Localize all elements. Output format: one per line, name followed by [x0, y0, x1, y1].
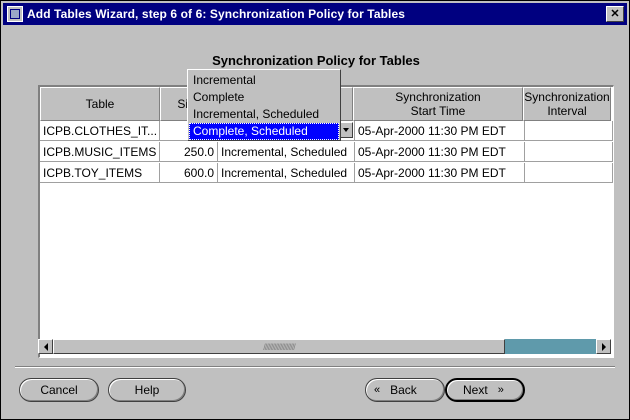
table-cell-start-time[interactable]: 05-Apr-2000 11:30 PM EDT	[355, 121, 525, 141]
column-header-start-time-label: Synchronization Start Time	[395, 90, 481, 118]
table-cell-start-time[interactable]: 05-Apr-2000 11:30 PM EDT	[355, 163, 525, 183]
column-header-table[interactable]: Table	[40, 87, 160, 121]
chevron-right-icon: »	[497, 384, 504, 396]
back-button-label: Back	[390, 383, 417, 397]
table-cell-start-time[interactable]: 05-Apr-2000 11:30 PM EDT	[355, 142, 525, 162]
help-button[interactable]: Help	[108, 378, 186, 402]
table-cell-name[interactable]: ICPB.TOY_ITEMS	[40, 163, 160, 183]
table-cell-size[interactable]: 600.0	[160, 163, 218, 183]
table-cell-name[interactable]: ICPB.CLOTHES_IT...	[40, 121, 160, 141]
table-cell-sync-type[interactable]: Incremental, Scheduled	[218, 163, 355, 183]
scroll-thumb[interactable]: /////////////////////	[53, 339, 505, 354]
dropdown-option-complete-scheduled[interactable]: Complete, Scheduled	[189, 123, 339, 140]
dropdown-option-incremental-scheduled[interactable]: Incremental, Scheduled	[189, 106, 339, 123]
scroll-right-icon[interactable]	[596, 339, 611, 354]
table-cell-interval[interactable]	[525, 121, 613, 141]
divider	[15, 366, 615, 368]
column-header-start-time[interactable]: Synchronization Start Time	[353, 87, 523, 121]
cancel-button[interactable]: Cancel	[19, 378, 99, 402]
table-cell-sync-type[interactable]: Incremental, Scheduled	[218, 142, 355, 162]
table-cell-size[interactable]: 250.0	[160, 142, 218, 162]
table-cell-interval[interactable]	[525, 142, 613, 162]
column-header-interval-label: Synchronization Interval	[524, 90, 610, 118]
sync-type-dropdown-list: Incremental Complete Incremental, Schedu…	[187, 69, 341, 141]
page-title: Synchronization Policy for Tables	[212, 53, 420, 68]
close-button[interactable]: ✕	[606, 6, 624, 22]
table-cell-name[interactable]: ICPB.MUSIC_ITEMS	[40, 142, 160, 162]
back-button[interactable]: « Back	[365, 378, 445, 402]
next-button-label: Next	[463, 383, 488, 397]
table-row[interactable]: ICPB.TOY_ITEMS 600.0 Incremental, Schedu…	[40, 163, 613, 184]
scroll-track[interactable]	[505, 339, 596, 354]
scroll-left-icon[interactable]	[38, 339, 53, 354]
title-bar: Add Tables Wizard, step 6 of 6: Synchron…	[3, 3, 627, 25]
chevron-down-icon[interactable]	[339, 122, 353, 138]
wizard-window: Add Tables Wizard, step 6 of 6: Synchron…	[0, 0, 630, 420]
dropdown-option-complete[interactable]: Complete	[189, 89, 339, 106]
table-cell-interval[interactable]	[525, 163, 613, 183]
window-title: Add Tables Wizard, step 6 of 6: Synchron…	[27, 7, 406, 21]
app-icon	[7, 6, 23, 22]
column-header-interval[interactable]: Synchronization Interval	[523, 87, 611, 121]
table-row[interactable]: ICPB.MUSIC_ITEMS 250.0 Incremental, Sche…	[40, 142, 613, 163]
dropdown-option-incremental[interactable]: Incremental	[189, 72, 339, 89]
horizontal-scrollbar[interactable]: /////////////////////	[38, 339, 611, 354]
next-button[interactable]: Next »	[445, 378, 525, 402]
chevron-left-icon: «	[374, 384, 381, 396]
